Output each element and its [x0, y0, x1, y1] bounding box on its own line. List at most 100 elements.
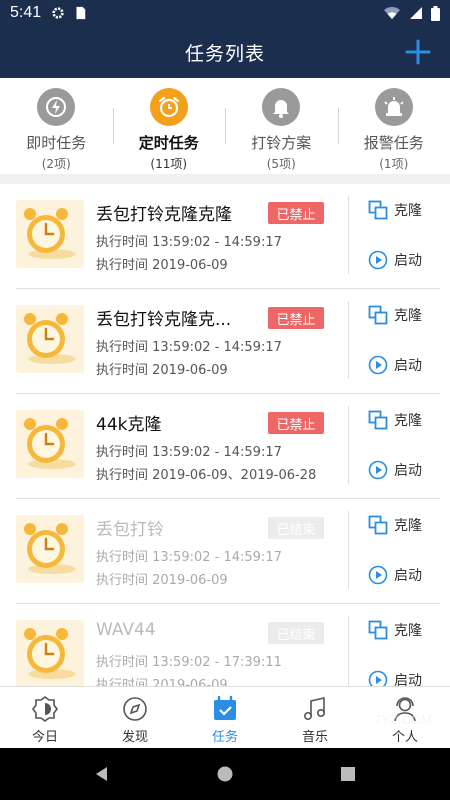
- settings-icon: [52, 7, 64, 19]
- clone-button[interactable]: 克隆: [368, 515, 422, 535]
- alarm-clock-icon: [16, 620, 84, 686]
- watermark: 7YZ.COM: [374, 712, 432, 727]
- add-task-icon[interactable]: [404, 38, 432, 66]
- alarm-clock-icon: [16, 410, 84, 478]
- play-icon: [368, 355, 388, 375]
- nav-today-label: 今日: [31, 730, 58, 745]
- row-divider: [348, 616, 349, 686]
- clone-button[interactable]: 克隆: [368, 410, 422, 430]
- nav-music[interactable]: 音乐: [270, 687, 360, 748]
- clone-label: 克隆: [394, 203, 422, 219]
- clone-label: 克隆: [394, 413, 422, 429]
- status-right: [383, 5, 440, 21]
- task-time: 执行时间 13:59:02 - 17:39:11: [96, 655, 282, 670]
- alarm-clock-icon: [16, 200, 84, 268]
- start-button[interactable]: 启动: [368, 460, 422, 480]
- tab-instant-count: (2项): [41, 157, 71, 171]
- alarm-clock-icon: [16, 515, 84, 583]
- music-note-icon: [303, 696, 325, 720]
- nav-tasks[interactable]: 任务: [180, 687, 270, 748]
- task-time: 执行时间 13:59:02 - 14:59:17: [96, 550, 282, 565]
- row-divider: [348, 406, 349, 484]
- section-divider: [0, 174, 450, 184]
- sd-card-icon: [76, 6, 86, 20]
- start-label: 启动: [394, 463, 422, 479]
- start-button[interactable]: 启动: [368, 250, 422, 270]
- task-date: 执行时间 2019-06-09: [96, 363, 228, 378]
- start-label: 启动: [394, 253, 422, 269]
- bell-icon: [262, 88, 301, 126]
- tab-ring-plan[interactable]: 打铃方案 (5项): [225, 78, 338, 174]
- status-badge: 已禁止: [268, 412, 324, 434]
- play-icon: [368, 250, 388, 270]
- task-name: 丢包打铃: [96, 520, 164, 540]
- recents-icon[interactable]: [339, 765, 357, 783]
- tab-instant[interactable]: 即时任务 (2项): [0, 78, 113, 174]
- status-badge: 已结束: [268, 622, 324, 644]
- task-row[interactable]: WAV44 已结束 执行时间 13:59:02 - 17:39:11 执行时间 …: [16, 604, 440, 686]
- start-button[interactable]: 启动: [368, 565, 422, 585]
- alarm-clock-icon: [16, 305, 84, 373]
- nav-music-label: 音乐: [301, 730, 328, 745]
- clone-button[interactable]: 克隆: [368, 200, 422, 220]
- siren-icon: [374, 88, 413, 126]
- task-date: 执行时间 2019-06-09: [96, 573, 228, 588]
- today-icon: [32, 696, 58, 722]
- task-name: 丢包打铃克隆克...: [96, 310, 232, 330]
- clone-icon: [368, 200, 388, 220]
- play-icon: [368, 670, 388, 686]
- tab-scheduled-count: (11项): [150, 157, 188, 171]
- home-icon[interactable]: [216, 765, 234, 783]
- task-name: WAV44: [96, 620, 156, 640]
- task-row[interactable]: 丢包打铃 已结束 执行时间 13:59:02 - 14:59:17 执行时间 2…: [16, 499, 440, 604]
- task-name: 丢包打铃克隆克隆: [96, 205, 232, 225]
- system-nav-bar: [0, 748, 450, 800]
- battery-icon: [431, 5, 440, 21]
- nav-today[interactable]: 今日: [0, 687, 90, 748]
- clone-label: 克隆: [394, 623, 422, 639]
- lightning-icon: [37, 88, 76, 126]
- task-date: 执行时间 2019-06-09: [96, 678, 228, 686]
- tab-ring-plan-count: (5项): [266, 157, 296, 171]
- app-bar: 任务列表: [0, 26, 450, 78]
- nav-tasks-label: 任务: [211, 730, 238, 745]
- page-title: 任务列表: [184, 42, 265, 65]
- task-row[interactable]: 丢包打铃克隆克隆 已禁止 执行时间 13:59:02 - 14:59:17 执行…: [16, 184, 440, 289]
- task-row[interactable]: 丢包打铃克隆克... 已禁止 执行时间 13:59:02 - 14:59:17 …: [16, 289, 440, 394]
- status-bar: 5:41: [0, 0, 450, 26]
- tab-alarm[interactable]: 报警任务 (1项): [337, 78, 450, 174]
- status-time: 5:41: [10, 4, 42, 21]
- start-button[interactable]: 启动: [368, 355, 422, 375]
- tab-alarm-count: (1项): [379, 157, 409, 171]
- status-badge: 已禁止: [268, 202, 324, 224]
- start-label: 启动: [394, 568, 422, 584]
- task-time: 执行时间 13:59:02 - 14:59:17: [96, 340, 282, 355]
- start-button[interactable]: 启动: [368, 670, 422, 686]
- calendar-check-icon: [214, 695, 236, 720]
- start-label: 启动: [394, 673, 422, 686]
- status-badge: 已结束: [268, 517, 324, 539]
- status-badge: 已禁止: [268, 307, 324, 329]
- play-icon: [368, 565, 388, 585]
- clone-icon: [368, 620, 388, 640]
- back-icon[interactable]: [93, 765, 111, 783]
- task-tabs: 即时任务 (2项) 定时任务 (11项) 打铃方案 (5项) 报警任务 (1项): [0, 78, 450, 174]
- clone-label: 克隆: [394, 308, 422, 324]
- row-divider: [348, 301, 349, 379]
- signal-icon: [410, 7, 422, 19]
- task-row[interactable]: 44k克隆 已禁止 执行时间 13:59:02 - 14:59:17 执行时间 …: [16, 394, 440, 499]
- tab-ring-plan-label: 打铃方案: [251, 134, 312, 152]
- wifi-icon: [384, 6, 400, 19]
- clone-button[interactable]: 克隆: [368, 620, 422, 640]
- alarm-clock-icon: [149, 88, 188, 126]
- task-date: 执行时间 2019-06-09、2019-06-28: [96, 468, 317, 483]
- nav-discover[interactable]: 发现: [90, 687, 180, 748]
- play-icon: [368, 460, 388, 480]
- tab-scheduled[interactable]: 定时任务 (11项): [112, 78, 226, 174]
- clone-button[interactable]: 克隆: [368, 305, 422, 325]
- task-time: 执行时间 13:59:02 - 14:59:17: [96, 235, 282, 250]
- row-divider: [348, 511, 349, 589]
- clone-icon: [368, 515, 388, 535]
- clone-label: 克隆: [394, 518, 422, 534]
- start-label: 启动: [394, 358, 422, 374]
